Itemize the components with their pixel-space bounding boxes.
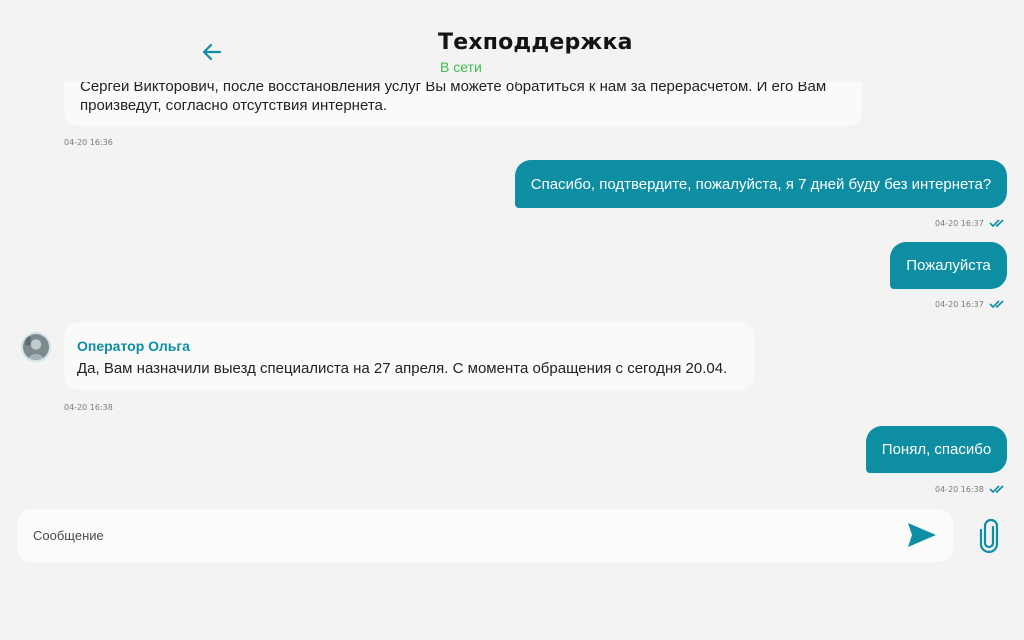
message-text: Понял, спасибо (881, 441, 992, 458)
message-composer (17, 509, 953, 562)
message-time: 04-20 16:36 (64, 138, 113, 147)
message-outgoing: Понял, спасибо (866, 426, 1007, 473)
arrow-left-icon (202, 43, 222, 61)
online-status: В сети (440, 59, 482, 75)
message-time: 04-20 16:38 (935, 485, 984, 494)
message-time: 04-20 16:38 (64, 403, 113, 412)
message-text: произведут, согласно отсутствия интернет… (80, 97, 388, 114)
avatar-image (23, 334, 49, 360)
message-time: 04-20 16:37 (935, 300, 984, 309)
message-text: Пожалуйста (906, 257, 991, 274)
chat-header: Техподдержка В сети (0, 0, 1024, 82)
send-icon (908, 523, 936, 547)
sender-name: Оператор Ольга (77, 338, 190, 354)
message-input[interactable] (33, 509, 893, 562)
message-text: Спасибо, подтвердите, пожалуйста, я 7 дн… (530, 175, 992, 193)
message-text: Да, Вам назначили выезд специалиста на 2… (77, 360, 728, 377)
page-title: Техподдержка (438, 30, 633, 55)
paperclip-icon (979, 518, 999, 554)
operator-avatar[interactable] (21, 332, 51, 362)
message-outgoing: Пожалуйста (890, 242, 1007, 289)
message-incoming: Оператор Ольга Да, Вам назначили выезд с… (64, 322, 754, 390)
send-button[interactable] (906, 521, 938, 549)
message-time: 04-20 16:37 (935, 219, 984, 228)
double-check-icon (989, 485, 1004, 494)
attach-button[interactable] (977, 518, 1001, 554)
double-check-icon (989, 219, 1004, 228)
message-outgoing: Спасибо, подтвердите, пожалуйста, я 7 дн… (515, 160, 1007, 208)
double-check-icon (989, 300, 1004, 309)
back-button[interactable] (198, 38, 226, 66)
